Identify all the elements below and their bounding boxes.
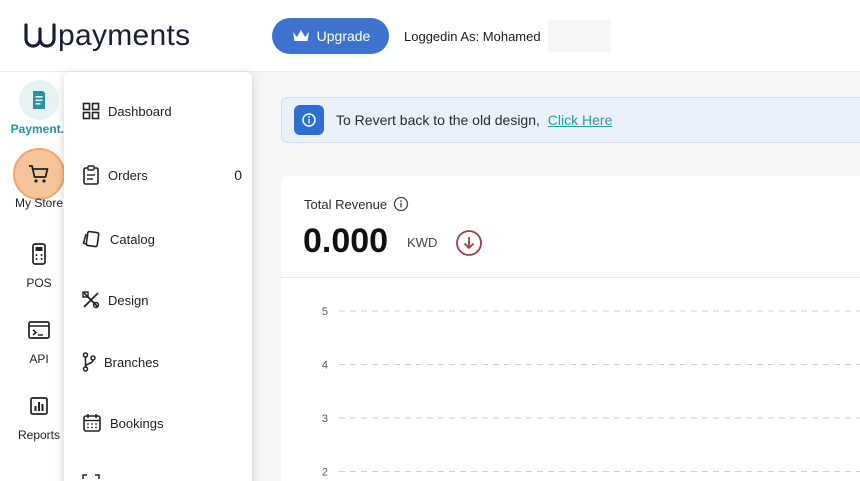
brand-name: payments: [58, 19, 191, 52]
old-design-notice: To Revert back to the old design, Click …: [281, 97, 860, 143]
redacted-area: [548, 20, 611, 52]
revenue-chart: 5 4 3 2: [322, 306, 860, 479]
brand-logo[interactable]: payments: [22, 18, 190, 54]
top-bar: payments Upgrade Loggedin As: Mohamed: [0, 0, 860, 72]
info-icon: [294, 105, 324, 135]
y-tick-label: 4: [322, 360, 328, 372]
y-tick-label: 5: [322, 306, 328, 318]
upgrade-label: Upgrade: [316, 28, 371, 44]
menu-item-label: Bookings: [110, 415, 164, 431]
menu-item-label: Catalog: [110, 231, 155, 247]
rail-label: API: [29, 352, 49, 366]
calendar-icon: [83, 414, 101, 432]
menu-item-bookings[interactable]: Bookings: [82, 412, 242, 434]
revert-design-link[interactable]: Click Here: [548, 112, 613, 128]
pos-terminal-icon: [32, 243, 46, 265]
crown-icon: [292, 30, 309, 41]
logged-in-user: Loggedin As: Mohamed: [404, 29, 541, 44]
my-store-flyout-menu: Dashboard Orders 0 Catalog Design Branch…: [64, 72, 252, 481]
terminal-icon: [28, 321, 50, 339]
rail-label: My Store: [14, 196, 63, 210]
menu-item-partial[interactable]: [82, 472, 242, 481]
revenue-value: 0.000: [303, 222, 389, 260]
menu-item-label: Branches: [104, 354, 159, 370]
y-tick-label: 3: [322, 413, 328, 425]
qr-scan-icon: [82, 474, 100, 479]
brand-mark-icon: [24, 23, 56, 48]
menu-item-label: Design: [108, 292, 149, 308]
revenue-currency: KWD: [407, 235, 438, 250]
menu-item-orders[interactable]: Orders 0: [82, 164, 242, 186]
revenue-title: Total Revenue: [304, 196, 388, 212]
rail-label: Reports: [17, 428, 61, 442]
y-tick-label: 2: [322, 467, 328, 479]
menu-item-label: Orders: [108, 167, 148, 183]
info-icon[interactable]: [393, 196, 409, 212]
icon-rail: Payment.. My Store POS API Reports: [0, 72, 68, 481]
menu-item-catalog[interactable]: Catalog: [82, 228, 242, 250]
notice-text: To Revert back to the old design,: [336, 112, 540, 128]
trend-down-icon: [456, 230, 482, 256]
menu-item-dashboard[interactable]: Dashboard: [82, 100, 242, 122]
cart-icon: [29, 165, 49, 183]
menu-item-design[interactable]: Design: [82, 289, 242, 311]
orders-count-badge: 0: [234, 167, 242, 183]
tools-icon: [82, 291, 100, 309]
menu-item-branches[interactable]: Branches: [82, 351, 242, 373]
total-revenue-card: Total Revenue 0.000 KWD 5 4 3 2: [281, 176, 860, 481]
upgrade-button[interactable]: Upgrade: [272, 18, 389, 54]
branch-icon: [82, 352, 96, 372]
rail-label: POS: [26, 276, 52, 290]
cards-icon: [82, 230, 100, 248]
grid-icon: [82, 102, 100, 120]
info-glyph-icon: [302, 113, 316, 127]
receipt-icon: [33, 91, 45, 109]
rail-label: Payment..: [10, 122, 68, 136]
clipboard-icon: [83, 165, 99, 185]
bar-chart-icon: [30, 397, 48, 415]
menu-item-label: Dashboard: [108, 103, 172, 119]
